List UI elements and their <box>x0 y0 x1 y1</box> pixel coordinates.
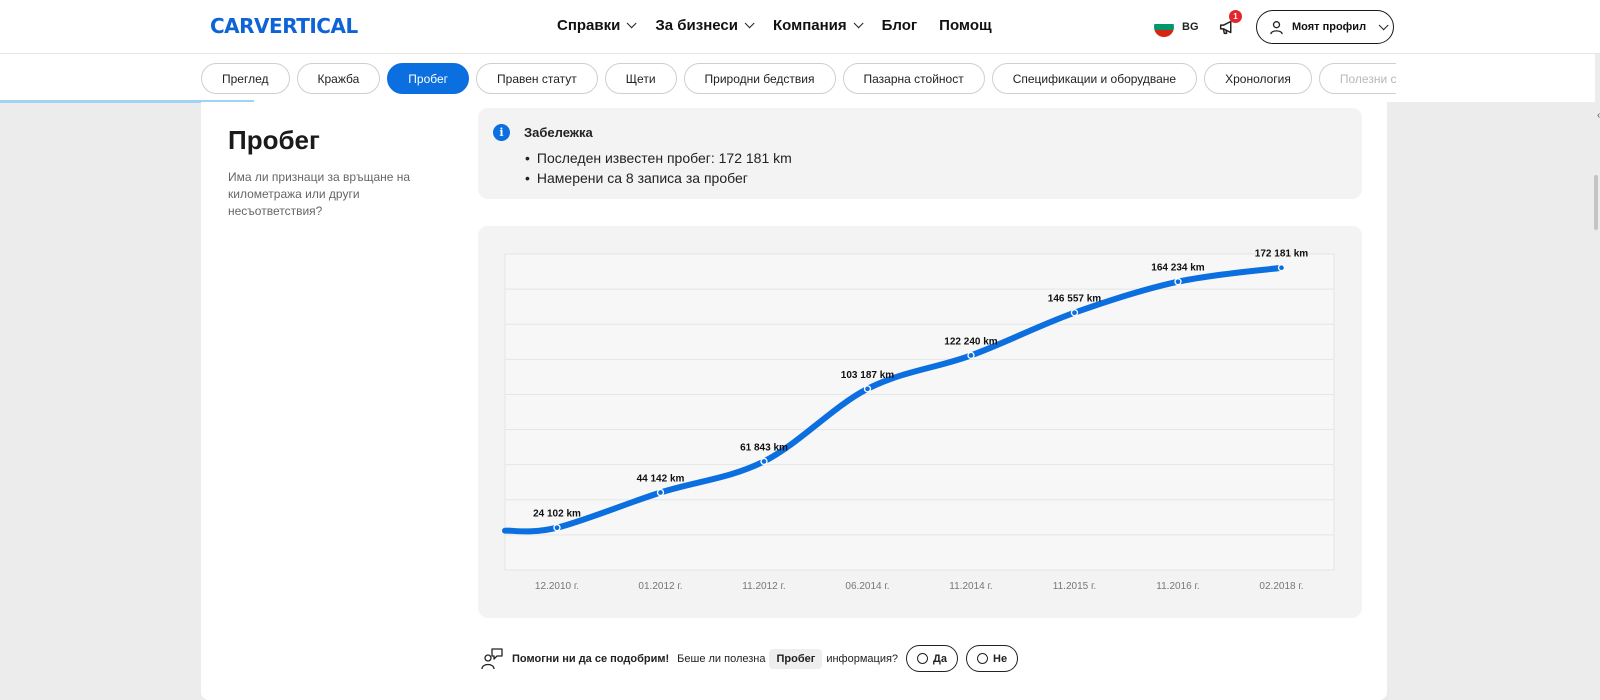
info-icon: i <box>493 124 510 141</box>
main-nav: Справки За бизнеси Компания Блог Помощ <box>557 17 992 34</box>
no-label: Не <box>993 652 1008 665</box>
note-item: Последен известен пробег: 172 181 km <box>525 148 792 168</box>
tab-4[interactable]: Щети <box>604 63 677 94</box>
data-point-6[interactable] <box>1174 278 1182 286</box>
note-title: Забележка <box>524 125 593 140</box>
data-label-2: 61 843 km <box>740 442 788 453</box>
data-label-7: 172 181 km <box>1255 249 1308 260</box>
tab-8[interactable]: Хронология <box>1204 63 1312 94</box>
note-box: i Забележка Последен известен пробег: 17… <box>478 108 1362 199</box>
data-label-5: 146 557 km <box>1048 294 1101 305</box>
x-tick-label-0: 12.2010 г. <box>535 581 579 592</box>
profile-button[interactable]: Моят профил <box>1256 10 1394 44</box>
data-label-0: 24 102 km <box>533 509 581 520</box>
tab-5[interactable]: Природни бедствия <box>683 63 836 94</box>
tab-3[interactable]: Правен статут <box>476 63 598 94</box>
section-description: Има ли признаци за връщане на километраж… <box>228 170 411 218</box>
profile-label: Моят профил <box>1292 21 1367 33</box>
nav-item-label: Справки <box>557 17 621 34</box>
nav-item-business[interactable]: За бизнеси <box>655 17 755 34</box>
smile-icon <box>917 653 929 664</box>
nav-item-reports[interactable]: Справки <box>557 17 637 34</box>
section-tabs: Преглед Кражба Пробег Правен статут Щети Прир… <box>201 63 1396 94</box>
x-tick-label-3: 06.2014 г. <box>845 581 889 592</box>
data-point-0[interactable] <box>553 524 561 532</box>
data-point-1[interactable] <box>656 488 665 497</box>
mileage-line-chart: 24 102 km 12.2010 г. 44 142 km 01.2012 г. 61… <box>502 249 1335 592</box>
data-label-4: 122 240 km <box>944 336 997 347</box>
data-point-4[interactable] <box>967 351 975 360</box>
x-tick-label-4: 11.2014 г. <box>949 581 992 592</box>
bulgaria-flag-icon <box>1154 17 1174 37</box>
feedback-yes-button[interactable]: Да <box>906 645 959 672</box>
user-icon <box>1270 20 1283 34</box>
page-title: Пробег <box>228 125 320 155</box>
tab-0[interactable]: Преглед <box>201 63 290 94</box>
tab-2[interactable]: Пробег <box>387 63 470 94</box>
tab-6[interactable]: Пазарна стойност <box>842 63 985 94</box>
nav-item-blog[interactable]: Блог <box>882 17 918 34</box>
data-point-2[interactable] <box>760 457 768 466</box>
nav-item-label: Блог <box>881 17 918 34</box>
feedback-no-button[interactable]: Не <box>966 645 1019 672</box>
tab-9[interactable]: Полезни съв <box>1318 63 1396 94</box>
data-label-3: 103 187 km <box>841 370 894 381</box>
mileage-chart: 24 102 km 12.2010 г. 44 142 km 01.2012 г. 61… <box>478 226 1362 618</box>
chevron-down-icon <box>1378 19 1389 30</box>
notification-badge: 1 <box>1229 10 1242 23</box>
feedback-section-chip: Пробег <box>769 648 823 669</box>
page-scrollbar[interactable] <box>1594 175 1598 230</box>
data-label-1: 44 142 km <box>637 474 685 485</box>
data-point-3[interactable] <box>863 385 872 393</box>
yes-label: Да <box>933 652 948 665</box>
data-label-6: 164 234 km <box>1151 263 1204 274</box>
nav-item-label: За бизнеси <box>655 17 738 34</box>
x-tick-label-7: 02.2018 г. <box>1259 581 1303 592</box>
chevron-down-icon <box>744 18 755 29</box>
language-selector[interactable]: BG <box>1154 17 1199 37</box>
data-point-7[interactable] <box>1277 264 1286 272</box>
section-tabbar: Преглед Кражба Пробег Правен статут Щети Прир… <box>0 54 1600 121</box>
x-tick-label-1: 01.2012 г. <box>638 581 682 592</box>
note-list: Последен известен пробег: 172 181 km Нам… <box>525 148 792 188</box>
carvertical-logo[interactable]: CARVERTICAL <box>210 14 358 38</box>
feedback-bar: Помогни ни да се подобрим! Беше ли полез… <box>480 645 1019 672</box>
feedback-prompt: Помогни ни да се подобрим! <box>512 652 670 665</box>
chevron-down-icon <box>853 18 864 29</box>
feedback-text-before: Беше ли полезна <box>677 652 766 665</box>
nav-item-label: Помощ <box>939 17 992 34</box>
nav-item-label: Компания <box>772 17 847 34</box>
feedback-person-icon <box>481 647 503 669</box>
nav-item-help[interactable]: Помощ <box>939 17 991 34</box>
nav-item-company[interactable]: Компания <box>772 17 864 34</box>
x-tick-label-2: 11.2012 г. <box>742 581 785 592</box>
feedback-text-after: информация? <box>826 652 899 665</box>
tab-1[interactable]: Кражба <box>296 63 381 94</box>
chevron-down-icon <box>627 18 637 29</box>
x-tick-label-5: 11.2015 г. <box>1053 581 1096 592</box>
language-code: BG <box>1182 21 1199 33</box>
plot-area <box>504 253 1335 571</box>
data-point-5[interactable] <box>1070 309 1079 317</box>
tab-7[interactable]: Спецификации и оборудване <box>991 63 1198 94</box>
top-header: CARVERTICAL Справки За бизнеси Компания … <box>0 0 1600 54</box>
sad-icon <box>977 653 989 664</box>
x-tick-label-6: 11.2016 г. <box>1156 581 1199 592</box>
note-item: Намерени са 8 записа за пробег <box>525 168 792 188</box>
